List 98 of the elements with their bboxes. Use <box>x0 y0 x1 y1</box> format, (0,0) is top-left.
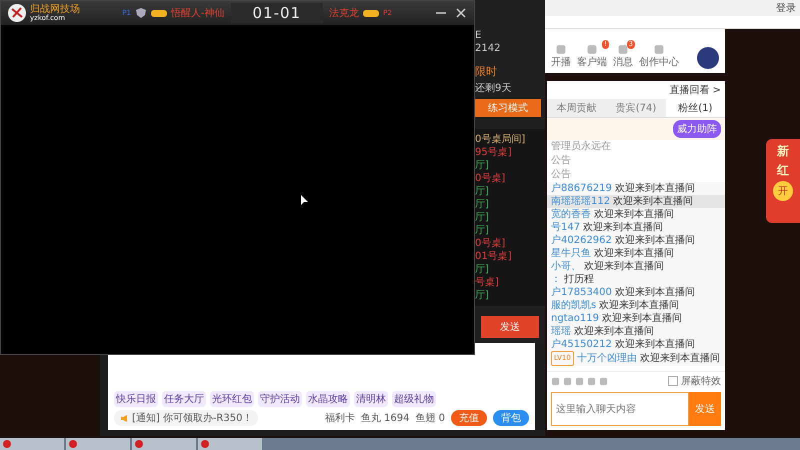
replay-link[interactable]: 直播回看 > <box>669 83 721 97</box>
message-text: 欢迎来到本直播间 <box>574 325 654 338</box>
send-button[interactable]: 发送 <box>481 316 539 338</box>
message-text: 欢迎来到本直播间 <box>640 352 720 365</box>
match-score: 01-01 <box>230 3 324 23</box>
horn-icon <box>120 414 129 422</box>
promo-banner[interactable]: 新 红 开 <box>766 139 800 223</box>
avatar[interactable] <box>697 47 719 69</box>
fish-ball-count: 鱼丸 1694 <box>360 412 410 425</box>
user-name[interactable]: 户45150212 <box>551 338 612 351</box>
recharge-button[interactable]: 充值 <box>451 410 487 426</box>
user-name[interactable]: 小哥、 <box>551 260 581 273</box>
user-name[interactable]: 宽的香香 <box>551 208 591 221</box>
feature-button[interactable]: 守护活动 <box>258 391 302 407</box>
welfare-link[interactable]: 福利卡 <box>324 411 355 425</box>
room-entry[interactable]: 厅] <box>475 198 545 211</box>
event-title: 限时 <box>475 64 498 79</box>
room-entry[interactable]: 厅] <box>475 263 545 276</box>
system-message: 管理员永远在 <box>550 140 612 154</box>
room-entry[interactable]: 95号桌] <box>475 146 545 159</box>
feature-button[interactable]: 快乐日报 <box>114 391 158 407</box>
user-name[interactable]: 瑶瑶 <box>551 325 571 338</box>
message-text: 欢迎来到本直播间 <box>594 247 674 260</box>
message-text: 欢迎来到本直播间 <box>594 208 674 221</box>
room-entry[interactable]: 号桌] <box>475 276 545 289</box>
feature-button[interactable]: 光环红包 <box>210 391 254 407</box>
taskbar-item[interactable] <box>66 438 130 450</box>
feature-button[interactable]: 水晶攻略 <box>306 391 350 407</box>
promo-title: 红 <box>777 162 789 179</box>
room-entry[interactable]: 厅] <box>475 224 545 237</box>
vip-icon <box>363 10 380 16</box>
effects-checkbox[interactable] <box>668 376 678 386</box>
vip-icon <box>150 10 167 16</box>
cursor-icon <box>301 195 309 207</box>
nav-icon <box>653 44 665 55</box>
user-name[interactable]: 十万个凶理由 <box>576 352 637 365</box>
shield-icon <box>134 7 147 19</box>
room-entry[interactable]: 厅] <box>475 185 545 198</box>
message-text: 欢迎来到本直播间 <box>614 286 695 299</box>
effects-label: 屏蔽特效 <box>681 374 721 388</box>
message-text: 欢迎来到本直播间 <box>614 182 695 195</box>
feature-button[interactable]: 任务大厅 <box>162 391 206 407</box>
close-icon[interactable] <box>454 6 468 20</box>
chat-tab[interactable]: 本周贡献 <box>547 99 606 117</box>
message-text: 欢迎来到本直播间 <box>599 299 680 312</box>
nav-item[interactable]: 创作中心 <box>639 44 679 69</box>
player-name: 悟醒人-神仙 <box>170 6 225 20</box>
message-text: 欢迎来到本直播间 <box>583 221 664 234</box>
message-text: 欢迎来到本直播间 <box>614 338 695 351</box>
message-text: 欢迎来到本直播间 <box>602 312 682 325</box>
nav-icon <box>617 44 629 55</box>
promo-title: 新 <box>777 143 789 160</box>
system-message: 公告 <box>550 154 572 168</box>
system-message: 公告 <box>550 168 572 182</box>
nav-icon <box>586 44 598 55</box>
player-name: 法克龙 <box>329 6 360 20</box>
taskbar-item[interactable] <box>0 438 64 450</box>
send-button[interactable]: 发送 <box>689 392 721 426</box>
event-countdown: 还剩9天 <box>475 82 512 95</box>
fish-fin-count: 鱼翅 0 <box>415 412 445 425</box>
user-name[interactable]: 服的凯凯s <box>551 299 596 312</box>
brand-name: 归战网技场 <box>30 4 80 14</box>
feature-button[interactable]: 清明林 <box>354 391 388 407</box>
room-entry[interactable]: 厅] <box>475 211 545 224</box>
open-button[interactable]: 开 <box>773 181 793 201</box>
user-name[interactable]: 南瑶瑶瑶112 <box>551 195 610 208</box>
nav-icon <box>555 44 567 55</box>
room-entry[interactable]: 0号桌局间] <box>475 133 545 146</box>
room-entry[interactable]: 厅] <box>475 289 545 302</box>
notice-tag: [通知] <box>132 411 160 425</box>
chat-tab[interactable]: 贵宾(74) <box>606 99 666 117</box>
room-entry[interactable]: 01号桌] <box>475 250 545 263</box>
info-text: E <box>475 30 482 41</box>
message-text: 欢迎来到本直播间 <box>584 260 664 273</box>
room-entry[interactable]: 厅] <box>475 159 545 172</box>
message-text: 打历程 <box>564 273 594 286</box>
taskbar-item[interactable] <box>198 438 262 450</box>
user-name[interactable]: 户88676219 <box>551 182 612 195</box>
login-link[interactable]: 登录 <box>776 1 796 15</box>
backpack-button[interactable]: 背包 <box>493 410 529 426</box>
room-entry[interactable]: 0号桌] <box>475 237 545 250</box>
practice-mode-button[interactable]: 练习模式 <box>475 99 541 117</box>
user-name[interactable]: 星牛只鱼 <box>551 247 591 260</box>
user-name[interactable]: ： <box>551 273 561 286</box>
user-name[interactable]: ngtao119 <box>551 312 599 325</box>
user-name[interactable]: 户40262962 <box>551 234 612 247</box>
notice-text: 你可领取办-R350！ <box>162 412 252 425</box>
info-text: 2142 <box>475 43 502 54</box>
room-entry[interactable]: 0号桌] <box>475 172 545 185</box>
user-name[interactable]: 号147 <box>551 221 580 234</box>
user-name[interactable]: 户17853400 <box>551 286 612 299</box>
boost-button[interactable]: 威力助阵 <box>673 120 721 138</box>
chat-input[interactable]: 这里输入聊天内容 <box>552 393 688 425</box>
taskbar-item[interactable] <box>132 438 196 450</box>
feature-button[interactable]: 超级礼物 <box>392 391 436 407</box>
nav-item[interactable]: 开播 <box>551 44 571 69</box>
message-text: 欢迎来到本直播间 <box>613 195 694 208</box>
message-text: 欢迎来到本直播间 <box>614 234 695 247</box>
